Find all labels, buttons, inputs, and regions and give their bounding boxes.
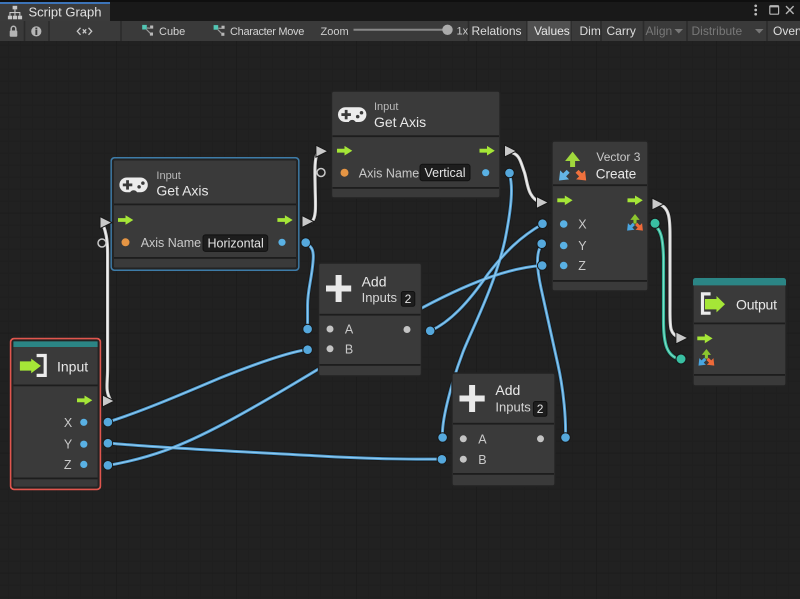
svg-text:A: A (478, 433, 487, 447)
svg-text:Add: Add (495, 382, 520, 398)
svg-text:Overv: Overv (773, 24, 800, 38)
svg-text:Axis Name: Axis Name (359, 166, 419, 180)
svg-text:A: A (345, 323, 354, 337)
svg-text:Input: Input (156, 170, 180, 182)
svg-text:Zoom: Zoom (321, 26, 349, 38)
svg-text:Dim: Dim (580, 24, 601, 38)
svg-text:Y: Y (64, 438, 73, 452)
svg-text:Create: Create (596, 167, 637, 182)
svg-text:Input: Input (57, 358, 88, 374)
svg-text:Distribute: Distribute (692, 24, 743, 38)
svg-text:X: X (578, 218, 587, 232)
svg-text:Z: Z (578, 259, 586, 273)
svg-text:Y: Y (578, 239, 587, 253)
svg-text:1x: 1x (457, 26, 469, 38)
svg-text:X: X (64, 416, 73, 430)
svg-text:Cube: Cube (159, 26, 185, 38)
svg-text:Input: Input (374, 101, 398, 113)
svg-text:Axis Name: Axis Name (141, 236, 201, 250)
svg-text:Script Graph: Script Graph (29, 4, 102, 19)
svg-text:Add: Add (362, 274, 387, 290)
svg-text:2: 2 (405, 292, 412, 306)
svg-text:Output: Output (736, 297, 777, 313)
svg-text:Get Axis: Get Axis (374, 114, 426, 130)
svg-text:Vector 3: Vector 3 (596, 150, 640, 164)
svg-text:Inputs: Inputs (362, 290, 398, 305)
svg-text:Get Axis: Get Axis (156, 183, 208, 199)
svg-text:Values: Values (534, 24, 570, 38)
svg-text:Z: Z (64, 458, 72, 472)
svg-text:Align: Align (646, 24, 673, 38)
svg-text:Horizontal: Horizontal (208, 237, 264, 251)
svg-text:Carry: Carry (607, 24, 636, 38)
svg-text:2: 2 (537, 402, 544, 416)
svg-text:Character Move: Character Move (230, 26, 304, 38)
svg-text:Vertical: Vertical (425, 166, 466, 180)
svg-text:B: B (478, 453, 486, 467)
svg-text:B: B (345, 343, 353, 357)
svg-text:Inputs: Inputs (495, 400, 531, 415)
svg-text:Relations: Relations (472, 24, 522, 38)
